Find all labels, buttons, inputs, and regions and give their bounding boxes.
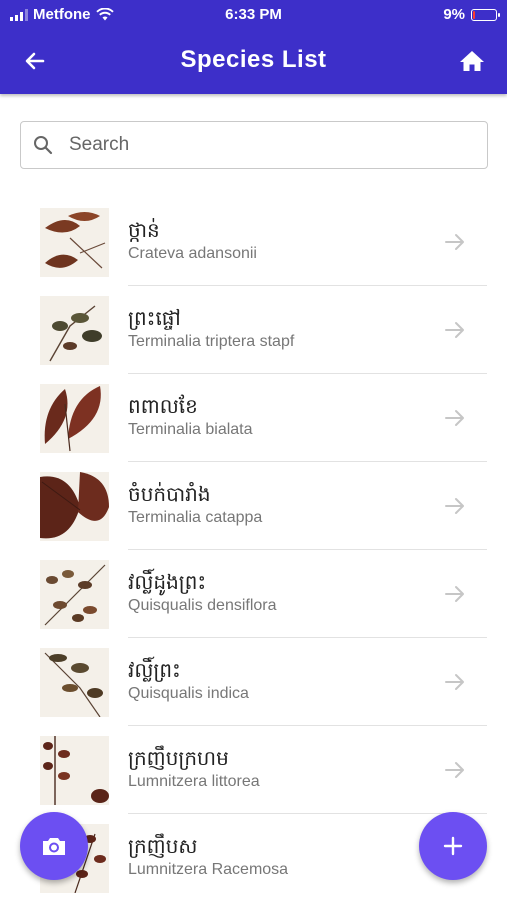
- species-scientific-name: Crateva adansonii: [128, 245, 257, 262]
- search-icon: [33, 134, 55, 156]
- arrow-right-icon: [445, 234, 464, 250]
- list-item[interactable]: វល្លិ៍ដូងព្រះ Quisqualis densiflora: [0, 550, 507, 638]
- battery-percent: 9%: [443, 6, 465, 23]
- home-button[interactable]: [455, 44, 489, 78]
- species-local-name: ថ្កាន់: [128, 218, 160, 242]
- item-text: ថ្កាន់ Crateva adansonii: [128, 218, 447, 264]
- list-item[interactable]: វល្លិ៍ព្រះ Quisqualis indica: [0, 638, 507, 726]
- species-local-name: វល្លិ៍ដូងព្រះ: [128, 570, 207, 594]
- species-local-name: ក្រញឹបស: [128, 834, 198, 858]
- item-text: វល្លិ៍ដូងព្រះ Quisqualis densiflora: [128, 570, 447, 616]
- plus-icon: [443, 836, 463, 856]
- species-scientific-name: Quisqualis indica: [128, 685, 249, 702]
- species-local-name: វល្លិ៍ព្រះ: [128, 658, 181, 682]
- camera-icon: [43, 838, 65, 855]
- arrow-right-icon: [445, 762, 464, 778]
- species-local-name: ព្រះផ្ចៅ: [128, 306, 181, 330]
- list-item[interactable]: ថ្កាន់ Crateva adansonii: [0, 198, 507, 286]
- species-scientific-name: Quisqualis densiflora: [128, 597, 277, 614]
- species-local-name: ពពាលខែ: [128, 394, 198, 418]
- arrow-right-icon: [445, 674, 464, 690]
- nav-bar: Species List: [0, 28, 507, 94]
- species-scientific-name: Terminalia bialata: [128, 421, 253, 438]
- page-title: Species List: [180, 46, 327, 73]
- species-scientific-name: Terminalia triptera stapf: [128, 333, 295, 350]
- species-thumbnail: [40, 384, 109, 453]
- battery-icon: [471, 8, 500, 21]
- species-thumbnail: [40, 472, 109, 541]
- item-text: ក្រញឹបក្រហម Lumnitzera littorea: [128, 746, 447, 792]
- species-thumbnail: [40, 560, 109, 629]
- list-item[interactable]: ចំបក់បារាំង Terminalia catappa: [0, 462, 507, 550]
- status-bar: Metfone 6:33 PM 9%: [0, 0, 507, 28]
- item-text: ចំបក់បារាំង Terminalia catappa: [128, 482, 447, 528]
- list-item[interactable]: ក្រញឹបក្រហម Lumnitzera littorea: [0, 726, 507, 814]
- species-local-name: ចំបក់បារាំង: [128, 482, 211, 506]
- species-thumbnail: [40, 736, 109, 805]
- item-text: វល្លិ៍ព្រះ Quisqualis indica: [128, 658, 447, 704]
- item-text: ក្រញឹបស Lumnitzera Racemosa: [128, 834, 447, 880]
- species-scientific-name: Lumnitzera Racemosa: [128, 861, 289, 878]
- home-icon: [460, 51, 484, 71]
- item-text: ពពាលខែ Terminalia bialata: [128, 394, 447, 440]
- camera-button[interactable]: [20, 812, 88, 880]
- arrow-right-icon: [445, 586, 464, 602]
- app-header: Metfone 6:33 PM 9% Species List: [0, 0, 507, 94]
- item-text: ព្រះផ្ចៅ Terminalia triptera stapf: [128, 306, 447, 352]
- species-list: ថ្កាន់ Crateva adansonii ព្រះផ្ចៅ Termin…: [0, 198, 507, 902]
- status-time: 6:33 PM: [225, 6, 282, 23]
- status-right: 9%: [443, 6, 500, 23]
- species-thumbnail: [40, 208, 109, 277]
- list-item[interactable]: ពពាលខែ Terminalia bialata: [0, 374, 507, 462]
- add-species-button[interactable]: [419, 812, 487, 880]
- arrow-right-icon: [445, 322, 464, 338]
- battery-level: [473, 10, 475, 19]
- list-item[interactable]: ព្រះផ្ចៅ Terminalia triptera stapf: [0, 286, 507, 374]
- species-thumbnail: [40, 648, 109, 717]
- species-scientific-name: Terminalia catappa: [128, 509, 263, 526]
- species-local-name: ក្រញឹបក្រហម: [128, 746, 229, 770]
- species-thumbnail: [40, 296, 109, 365]
- arrow-right-icon: [445, 498, 464, 514]
- search-box[interactable]: [20, 121, 488, 169]
- species-scientific-name: Lumnitzera littorea: [128, 773, 260, 790]
- search-input[interactable]: [67, 133, 487, 157]
- arrow-right-icon: [445, 410, 464, 426]
